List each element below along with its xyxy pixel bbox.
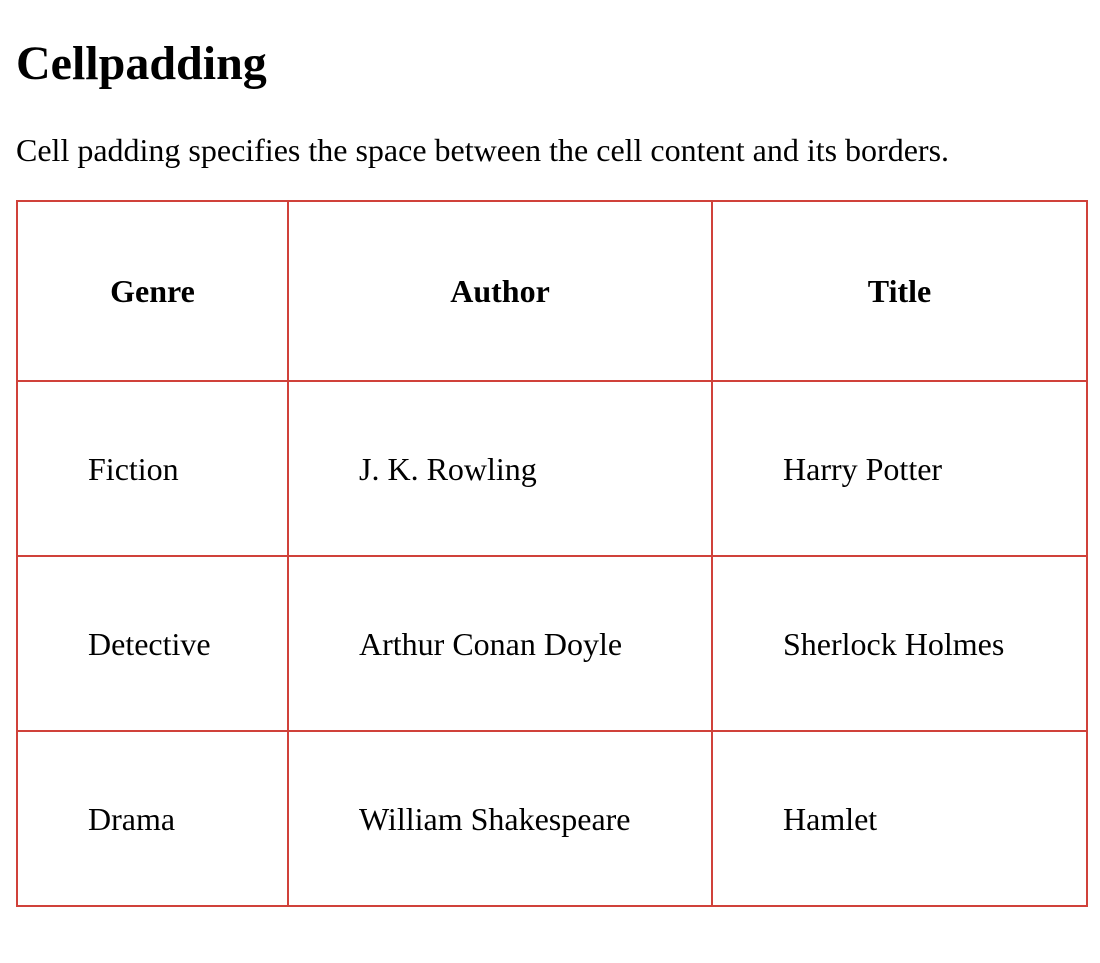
- table-cell-title: Sherlock Holmes: [711, 555, 1088, 732]
- table-header-row: Genre Author Title: [16, 200, 1088, 382]
- table-cell-genre: Detective: [16, 555, 289, 732]
- table-cell-genre: Drama: [16, 730, 289, 907]
- table-cell-title: Harry Potter: [711, 380, 1088, 557]
- table-cell-author: William Shakespeare: [287, 730, 713, 907]
- table-cell-author: J. K. Rowling: [287, 380, 713, 557]
- books-table: Genre Author Title Fiction J. K. Rowling…: [16, 200, 1088, 907]
- page-description: Cell padding specifies the space between…: [16, 132, 950, 168]
- table-cell-genre: Fiction: [16, 380, 289, 557]
- table-cell-title: Hamlet: [711, 730, 1088, 907]
- page: Cellpadding Cell padding specifies the s…: [0, 0, 1100, 963]
- table-header-title: Title: [711, 200, 1088, 382]
- page-title: Cellpadding: [16, 37, 267, 90]
- table-header-genre: Genre: [16, 200, 289, 382]
- table-row: Drama William Shakespeare Hamlet: [16, 730, 1088, 907]
- table-row: Fiction J. K. Rowling Harry Potter: [16, 380, 1088, 557]
- table-row: Detective Arthur Conan Doyle Sherlock Ho…: [16, 555, 1088, 732]
- table-header-author: Author: [287, 200, 713, 382]
- table-cell-author: Arthur Conan Doyle: [287, 555, 713, 732]
